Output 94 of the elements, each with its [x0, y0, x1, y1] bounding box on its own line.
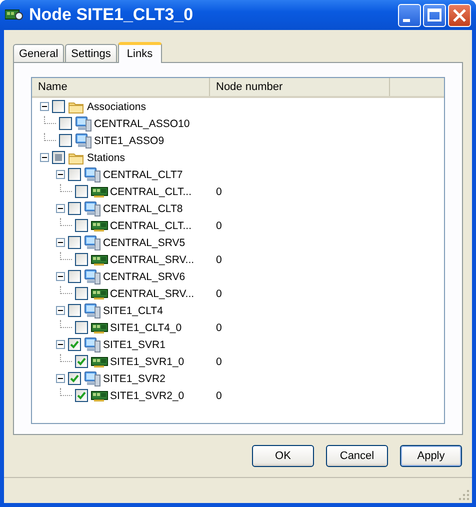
computer-icon [75, 116, 92, 132]
collapse-icon[interactable] [56, 170, 65, 179]
collapse-icon[interactable] [56, 272, 65, 281]
tab[interactable]: General [13, 44, 64, 62]
checkbox[interactable] [75, 253, 88, 266]
network-card-icon [91, 254, 108, 266]
node-number: 0 [216, 288, 222, 300]
computer-icon [84, 336, 101, 352]
tree-line [44, 116, 56, 124]
collapse-icon[interactable] [56, 306, 65, 315]
checkbox[interactable] [75, 287, 88, 300]
resize-grip-icon[interactable] [458, 489, 470, 501]
checkbox[interactable] [59, 117, 72, 130]
network-card-icon [91, 288, 108, 300]
tree-item-label[interactable]: CENTRAL_SRV5 [103, 236, 186, 248]
checkbox[interactable] [52, 151, 65, 164]
tree-item-label[interactable]: CENTRAL_SRV6 [103, 270, 186, 282]
tree-item-label[interactable]: CENTRAL_ASSO10 [94, 118, 190, 130]
computer-icon [84, 200, 101, 216]
network-card-icon [91, 390, 108, 402]
tree-item-label[interactable]: SITE1_CLT4 [103, 304, 163, 316]
dialog-button[interactable]: Cancel [326, 445, 388, 467]
checkbox[interactable] [68, 168, 81, 181]
tree-item-label[interactable]: CENTRAL_SRV... [110, 254, 194, 266]
collapse-icon[interactable] [40, 102, 49, 111]
collapse-icon[interactable] [56, 374, 65, 383]
checkbox[interactable] [68, 338, 81, 351]
dialog-button[interactable]: OK [252, 445, 314, 467]
collapse-icon[interactable] [56, 204, 65, 213]
column-header[interactable]: Name [32, 78, 210, 96]
minimize-button[interactable] [398, 4, 421, 26]
network-card-icon [91, 356, 108, 368]
collapse-icon[interactable] [40, 153, 49, 162]
tree-item-label[interactable]: CENTRAL_CLT... [110, 220, 192, 232]
computer-icon [84, 268, 101, 284]
node-number: 0 [216, 356, 222, 368]
node-number: 0 [216, 220, 222, 232]
checkbox[interactable] [75, 185, 88, 198]
checkbox[interactable] [52, 100, 65, 113]
tree-item-label[interactable]: SITE1_SVR2_0 [110, 390, 184, 402]
tree-line [60, 354, 72, 362]
node-number: 0 [216, 322, 222, 334]
network-card-icon [91, 322, 108, 334]
checkbox[interactable] [75, 355, 88, 368]
tree-item-label[interactable]: SITE1_SVR1_0 [110, 356, 184, 368]
window-title: Node SITE1_CLT3_0 [29, 5, 194, 25]
tree-item-label[interactable]: CENTRAL_SRV... [110, 288, 194, 300]
tree-line [44, 132, 56, 140]
tree-line [60, 388, 72, 396]
tree-line [60, 286, 72, 294]
computer-icon [84, 302, 101, 318]
checkbox[interactable] [59, 134, 72, 147]
computer-icon [75, 132, 92, 148]
node-number: 0 [216, 390, 222, 402]
minimize-icon [403, 18, 410, 22]
computer-icon [84, 234, 101, 250]
collapse-icon[interactable] [56, 238, 65, 247]
tree-item-label[interactable]: CENTRAL_CLT7 [103, 168, 183, 180]
folder-icon [68, 150, 85, 164]
maximize-button[interactable] [423, 4, 446, 26]
network-card-icon [5, 8, 23, 22]
checkbox[interactable] [68, 202, 81, 215]
node-number: 0 [216, 186, 222, 198]
checkbox[interactable] [68, 270, 81, 283]
checkbox[interactable] [75, 219, 88, 232]
tree-line [60, 320, 72, 328]
checkbox[interactable] [68, 304, 81, 317]
tree-item-label[interactable]: Associations [87, 100, 146, 112]
node-number: 0 [216, 254, 222, 266]
tree-line [60, 184, 72, 192]
checkbox[interactable] [75, 389, 88, 402]
checkbox[interactable] [75, 321, 88, 334]
close-button[interactable] [448, 4, 471, 26]
computer-icon [84, 370, 101, 386]
network-card-icon [91, 220, 108, 232]
tree-item-label[interactable]: SITE1_SVR1 [103, 338, 166, 350]
folder-icon [68, 100, 85, 114]
collapse-icon[interactable] [56, 340, 65, 349]
tree-item-label[interactable]: CENTRAL_CLT... [110, 186, 192, 198]
tree-line [60, 252, 72, 260]
tree-line [60, 218, 72, 226]
checkbox[interactable] [68, 236, 81, 249]
tree-item-label[interactable]: SITE1_ASSO9 [94, 134, 164, 146]
network-card-icon [91, 186, 108, 198]
tab[interactable]: Links [118, 42, 162, 63]
tree-item-label[interactable]: Stations [87, 152, 125, 164]
tree-item-label[interactable]: CENTRAL_CLT8 [103, 202, 183, 214]
column-header[interactable]: Node number [210, 78, 390, 96]
checkbox[interactable] [68, 372, 81, 385]
tree-item-label[interactable]: SITE1_CLT4_0 [110, 322, 182, 334]
tree-item-label[interactable]: SITE1_SVR2 [103, 372, 166, 384]
tab[interactable]: Settings [65, 44, 117, 62]
computer-icon [84, 166, 101, 182]
dialog-button[interactable]: Apply [400, 445, 462, 467]
